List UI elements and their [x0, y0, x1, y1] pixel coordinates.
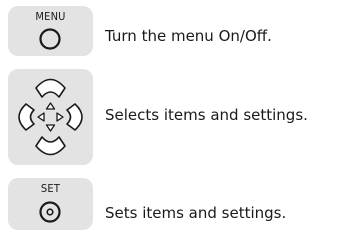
menu-button[interactable]: MENU [8, 6, 93, 56]
set-row: SET Sets items and settings. [0, 172, 342, 240]
arrow-button[interactable] [8, 69, 93, 165]
arrow-description: Selects items and settings. [105, 106, 308, 124]
menu-button-label: MENU [35, 10, 66, 23]
set-description: Sets items and settings. [105, 204, 287, 222]
set-circle-icon [39, 201, 61, 223]
menu-description: Turn the menu On/Off. [105, 27, 272, 45]
directional-pad-icon [18, 78, 83, 156]
menu-row: MENU Turn the menu On/Off. [0, 0, 342, 62]
arrow-row: Selects items and settings. [0, 64, 342, 168]
set-button-label: SET [40, 182, 61, 195]
circle-button-icon [39, 28, 61, 50]
set-button[interactable]: SET [8, 178, 93, 230]
